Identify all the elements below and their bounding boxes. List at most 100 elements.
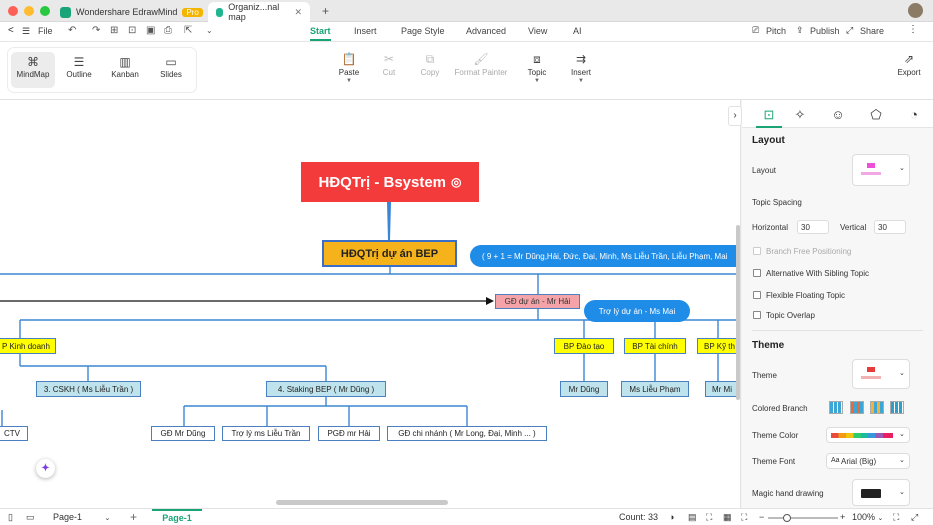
collapse-panel-icon[interactable]: › xyxy=(728,106,742,126)
staking-child-topic[interactable]: Trợ lý ms Liễu Trần xyxy=(222,426,310,441)
staking-topic[interactable]: 4. Staking BEP ( Mr Dũng ) xyxy=(266,381,386,397)
branch-option-2[interactable] xyxy=(850,401,864,414)
topic-dropdown-icon[interactable]: ▼ xyxy=(524,77,550,85)
branch-option-1[interactable] xyxy=(829,401,843,414)
document-tab[interactable]: Organiz...nal map ✕ xyxy=(208,2,310,22)
more-icon[interactable]: ⌄ xyxy=(206,26,213,35)
theme-dropdown[interactable]: ⌄ xyxy=(852,359,910,389)
add-page-button[interactable]: + xyxy=(130,510,137,524)
kanban-view-button[interactable]: ▥ Kanban xyxy=(103,52,147,88)
more-options-icon[interactable]: ⋮ xyxy=(908,24,918,35)
dept-finance-topic[interactable]: BP Tài chính xyxy=(624,338,686,354)
link-icon[interactable]: ◎ xyxy=(451,175,461,189)
file-menu[interactable]: File xyxy=(38,26,53,36)
copy-button[interactable]: ⧉ Copy xyxy=(416,50,444,90)
clipart-tab-icon[interactable]: ⬠ xyxy=(863,104,889,126)
tab-insert[interactable]: Insert xyxy=(354,26,377,36)
paste-button[interactable]: 📋 Paste ▼ xyxy=(336,50,362,90)
share-button[interactable]: Share xyxy=(860,26,884,36)
mindmap-canvas[interactable]: HĐQTrị - Bsystem ◎ HĐQTrị dự án BEP ( 9 … xyxy=(0,100,741,508)
page-select[interactable]: Page-1 ⌄ xyxy=(53,512,110,522)
maximize-window-button[interactable] xyxy=(40,6,50,16)
zoom-level[interactable]: 100% ⌄ xyxy=(852,512,883,522)
publish-button[interactable]: Publish xyxy=(810,26,840,36)
cskh-topic[interactable]: 3. CSKH ( Ms Liễu Trần ) xyxy=(36,381,141,397)
save-icon[interactable]: ▣ xyxy=(146,25,155,36)
new-tab-button[interactable]: + xyxy=(322,4,329,18)
page-list-icon[interactable]: ▭ xyxy=(26,512,35,523)
page-tab-active[interactable]: Page-1 xyxy=(152,509,202,525)
sidebar-toggle-icon[interactable]: ▯ xyxy=(8,512,13,523)
focus-icon[interactable]: ▦ xyxy=(723,512,732,523)
undo-icon[interactable]: ↶ xyxy=(68,25,76,36)
layout-tab-icon[interactable]: ⊡ xyxy=(756,104,782,126)
fullscreen-icon[interactable]: ⛶ xyxy=(741,512,747,523)
fit-page-icon[interactable]: ◑ xyxy=(669,512,674,522)
branch-option-4[interactable] xyxy=(890,401,904,414)
outline-view-button[interactable]: ☰ Outline xyxy=(57,52,101,88)
horizontal-scrollbar[interactable] xyxy=(276,500,448,505)
zoom-slider-handle[interactable] xyxy=(783,514,791,522)
zoom-in-icon[interactable]: + xyxy=(840,512,845,522)
magic-hand-dropdown[interactable]: ⌄ xyxy=(852,479,910,506)
level1-topic[interactable]: HĐQTrị dự án BEP xyxy=(322,240,457,267)
members-callout[interactable]: ( 9 + 1 = Mr Dũng,Hải, Đức, Đại, Minh, M… xyxy=(470,245,740,267)
mode-icon[interactable]: ⛶ xyxy=(706,512,712,523)
topic-overlap-checkbox[interactable] xyxy=(753,311,761,319)
paste-dropdown-icon[interactable]: ▼ xyxy=(336,77,362,85)
vertical-spacing-input[interactable]: 30 xyxy=(874,220,906,234)
ai-style-tab-icon[interactable]: ✧ xyxy=(787,104,813,126)
finance-person-topic[interactable]: Ms Liễu Phạm xyxy=(621,381,689,397)
outline-icon[interactable]: ▤ xyxy=(688,512,697,523)
branch-option-3[interactable] xyxy=(870,401,884,414)
export-quick-icon[interactable]: ⇱ xyxy=(184,25,192,36)
topic-button[interactable]: ⧈ Topic ▼ xyxy=(524,50,550,90)
vertical-scrollbar[interactable] xyxy=(736,225,740,400)
flexible-floating-checkbox[interactable] xyxy=(753,291,761,299)
theme-font-dropdown[interactable]: Aa Arial (Big) ⌄ xyxy=(826,453,910,469)
user-avatar[interactable] xyxy=(908,3,923,18)
tab-start[interactable]: Start xyxy=(310,26,331,41)
cut-button[interactable]: ✂ Cut xyxy=(376,50,402,90)
layout-dropdown[interactable]: ⌄ xyxy=(852,154,910,186)
pitch-button[interactable]: Pitch xyxy=(766,26,786,36)
tab-page-style[interactable]: Page Style xyxy=(401,26,445,36)
horizontal-spacing-input[interactable]: 30 xyxy=(797,220,829,234)
back-icon[interactable]: < xyxy=(8,25,14,36)
print-icon[interactable]: ⎙ xyxy=(164,25,172,36)
dept-tech-topic[interactable]: BP Kỹ th xyxy=(697,338,740,354)
insert-dropdown-icon[interactable]: ▼ xyxy=(568,77,594,85)
format-painter-button[interactable]: 🖌 Format Painter xyxy=(452,50,510,90)
tab-ai[interactable]: AI xyxy=(573,26,582,36)
staking-child-topic[interactable]: GĐ Mr Dũng xyxy=(151,426,215,441)
training-person-topic[interactable]: Mr Dũng xyxy=(560,381,608,397)
branch-free-checkbox[interactable] xyxy=(753,247,761,255)
marker-tab-icon[interactable]: ☺ xyxy=(825,104,851,126)
theme-color-dropdown[interactable]: ⌄ xyxy=(826,427,910,443)
history-tab-icon[interactable]: ◔ xyxy=(901,104,927,126)
ai-assistant-icon[interactable]: ✦ xyxy=(36,459,55,478)
new-icon[interactable]: ⊞ xyxy=(110,25,118,36)
ctv-topic[interactable]: CTV xyxy=(0,426,28,441)
fit-screen-icon[interactable]: ⛶ xyxy=(893,512,899,523)
mindmap-view-button[interactable]: ⌘ MindMap xyxy=(11,52,55,88)
export-button[interactable]: ⇗ Export xyxy=(896,50,922,90)
zoom-out-icon[interactable]: − xyxy=(759,512,764,522)
tab-advanced[interactable]: Advanced xyxy=(466,26,506,36)
close-tab-icon[interactable]: ✕ xyxy=(294,7,302,18)
align-sibling-checkbox[interactable] xyxy=(753,269,761,277)
staking-child-topic[interactable]: PGĐ mr Hải xyxy=(318,426,380,441)
dept-sales-topic[interactable]: P Kinh doanh xyxy=(0,338,56,354)
assistant-callout[interactable]: Trợ lý dự án - Ms Mai xyxy=(584,300,690,322)
expand-icon[interactable]: ⤢ xyxy=(911,512,918,523)
staking-child-topic[interactable]: GĐ chi nhánh ( Mr Long, Đại, Minh ... ) xyxy=(387,426,547,441)
app-tab[interactable]: Wondershare EdrawMind Pro xyxy=(52,2,211,22)
root-topic[interactable]: HĐQTrị - Bsystem ◎ xyxy=(301,162,479,202)
slides-view-button[interactable]: ▭ Slides xyxy=(149,52,193,88)
zoom-slider-track[interactable] xyxy=(768,517,838,519)
close-window-button[interactable] xyxy=(8,6,18,16)
dept-training-topic[interactable]: BP Đào tạo xyxy=(554,338,614,354)
insert-button[interactable]: ⇉ Insert ▼ xyxy=(568,50,594,90)
minimize-window-button[interactable] xyxy=(24,6,34,16)
director-topic[interactable]: GĐ dự án - Mr Hải xyxy=(495,294,580,309)
